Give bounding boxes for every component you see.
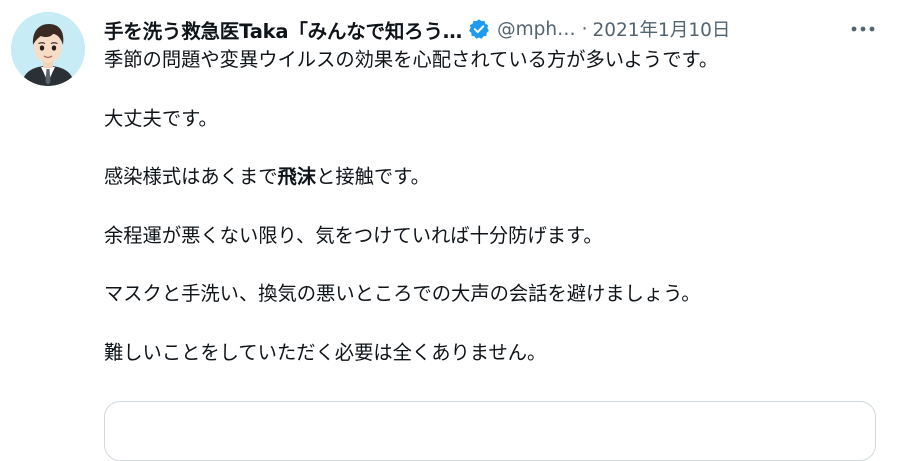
more-options-button[interactable] [846,14,880,44]
author-handle[interactable]: @mph… [497,19,576,40]
tweet-paragraph: マスクと手洗い、換気の悪いところでの大声の会話を避けましょう。 [104,282,701,305]
tweet-header: 手を洗う救急医Taka「みんなで知ろう… @mph… · 2021年1月10日 [104,13,894,45]
paragraph-text: 感染様式はあくまで [104,165,278,188]
tweet-paragraph: 余程運が悪くない限り、気をつけていれば十分防げます。 [104,223,603,247]
tweet-paragraph: 大丈夫です。 [104,106,218,130]
bold-text: 飛沫 [277,165,317,188]
avatar-illustration [11,12,85,86]
separator-dot: · [581,18,588,40]
paragraph-text: と接触です。 [316,165,430,188]
tweet-paragraph: 難しいことをしていただく必要は全くありません。 [104,340,547,364]
more-dots-icon [851,26,875,32]
author-display-name[interactable]: 手を洗う救急医Taka「みんなで知ろう… [104,15,462,44]
tweet-paragraph: 感染様式はあくまで飛沫と接触です。 [104,162,894,191]
tweet-paragraph: 季節の問題や変異ウイルスの効果を心配されている方が多いようです。 [104,48,719,71]
verified-badge-icon [468,18,490,40]
quoted-card[interactable] [104,401,876,461]
tweet-date[interactable]: 2021年1月10日 [592,16,730,42]
tweet: 手を洗う救急医Taka「みんなで知ろう… @mph… · 2021年1月10日 … [0,0,909,461]
tweet-body: 季節の問題や変異ウイルスの効果を心配されている方が多いようです。 大丈夫です。 … [104,45,894,367]
author-avatar[interactable] [11,12,85,86]
